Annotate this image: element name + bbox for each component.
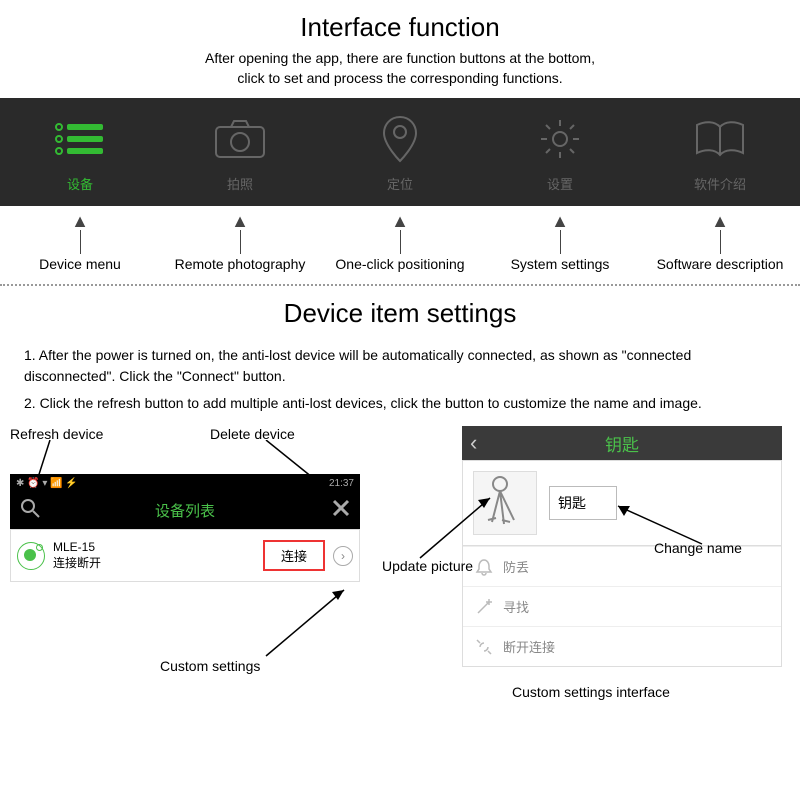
left-illustration: Refresh device Delete device ✱ ⏰ ▾ 📶 ⚡ 2… xyxy=(10,426,398,724)
desc-line1: After opening the app, there are functio… xyxy=(205,50,595,66)
label-system-settings: System settings xyxy=(480,256,640,272)
tab-settings[interactable]: 设置 xyxy=(480,98,640,206)
menu-disconnect[interactable]: 断开连接 xyxy=(463,626,781,666)
callout-update-picture: Update picture xyxy=(382,558,473,574)
device-status: 连接断开 xyxy=(53,556,255,572)
arrow-row: ▲ ▲ ▲ ▲ ▲ xyxy=(0,206,800,254)
wand-icon xyxy=(475,598,493,616)
list-icon xyxy=(53,112,107,166)
device-info: MLE-15 连接断开 xyxy=(53,540,255,571)
menu-anti-lost-label: 防丢 xyxy=(503,557,529,576)
name-input[interactable]: 钥匙 xyxy=(549,486,617,520)
right-illustration: ‹ 钥匙 钥匙 防丢 寻找 xyxy=(402,426,790,724)
device-row[interactable]: MLE-15 连接断开 连接 › xyxy=(11,530,359,581)
inst1: 1. After the power is turned on, the ant… xyxy=(24,345,776,387)
unlink-icon xyxy=(475,638,493,656)
tab-camera[interactable]: 拍照 xyxy=(160,98,320,206)
callout-custom-settings: Custom settings xyxy=(160,658,260,674)
chevron-right-icon[interactable]: › xyxy=(333,546,353,566)
tab-bar: 设备 拍照 定位 设置 xyxy=(0,98,800,206)
section1-title: Interface function xyxy=(0,0,800,49)
section2-title: Device item settings xyxy=(0,286,800,335)
tab-device[interactable]: 设备 xyxy=(0,98,160,206)
section1-desc: After opening the app, there are functio… xyxy=(0,49,800,98)
english-labels-row: Device menu Remote photography One-click… xyxy=(0,254,800,284)
tab-device-label: 设备 xyxy=(67,174,93,193)
device-image[interactable] xyxy=(473,471,537,535)
detail-title: 钥匙 xyxy=(462,431,782,456)
detail-header: ‹ 钥匙 xyxy=(462,426,782,460)
search-icon[interactable] xyxy=(20,498,40,523)
tab-settings-label: 设置 xyxy=(547,174,573,193)
menu-find[interactable]: 寻找 xyxy=(463,586,781,626)
device-list-screen: ✱ ⏰ ▾ 📶 ⚡ 21:37 设备列表 MLE-15 连接断开 xyxy=(10,474,360,582)
desc-line2: click to set and process the correspondi… xyxy=(237,70,562,86)
connect-button[interactable]: 连接 xyxy=(263,540,325,571)
pin-icon xyxy=(380,112,420,166)
callout-change-name: Change name xyxy=(654,540,742,556)
label-software-desc: Software description xyxy=(640,256,800,272)
gear-icon xyxy=(537,112,583,166)
inst2: 2. Click the refresh button to add multi… xyxy=(24,393,776,414)
custom-settings-caption: Custom settings interface xyxy=(512,684,670,700)
tab-location[interactable]: 定位 xyxy=(320,98,480,206)
device-list-title: 设备列表 xyxy=(155,500,215,521)
settings-menu: 防丢 寻找 断开连接 xyxy=(462,545,782,667)
book-icon xyxy=(693,112,747,166)
label-remote-photo: Remote photography xyxy=(160,256,320,272)
instructions: 1. After the power is turned on, the ant… xyxy=(0,335,800,424)
device-icon xyxy=(17,542,45,570)
status-bar: ✱ ⏰ ▾ 📶 ⚡ 21:37 xyxy=(10,474,360,492)
label-positioning: One-click positioning xyxy=(320,256,480,272)
device-list-header: 设备列表 xyxy=(10,492,360,529)
profile-row: 钥匙 xyxy=(462,460,782,545)
camera-icon xyxy=(214,112,266,166)
callout-delete: Delete device xyxy=(210,426,295,442)
tab-location-label: 定位 xyxy=(387,174,413,193)
callout-refresh: Refresh device xyxy=(10,426,103,442)
tab-about[interactable]: 软件介绍 xyxy=(640,98,800,206)
status-icons: ✱ ⏰ ▾ 📶 ⚡ xyxy=(16,478,78,489)
bell-icon xyxy=(475,558,493,576)
menu-disconnect-label: 断开连接 xyxy=(503,637,555,656)
tab-about-label: 软件介绍 xyxy=(694,174,746,193)
tab-camera-label: 拍照 xyxy=(227,174,253,193)
menu-find-label: 寻找 xyxy=(503,597,529,616)
device-name: MLE-15 xyxy=(53,540,255,556)
status-time: 21:37 xyxy=(329,478,354,489)
label-device-menu: Device menu xyxy=(0,256,160,272)
close-icon[interactable] xyxy=(332,499,350,522)
